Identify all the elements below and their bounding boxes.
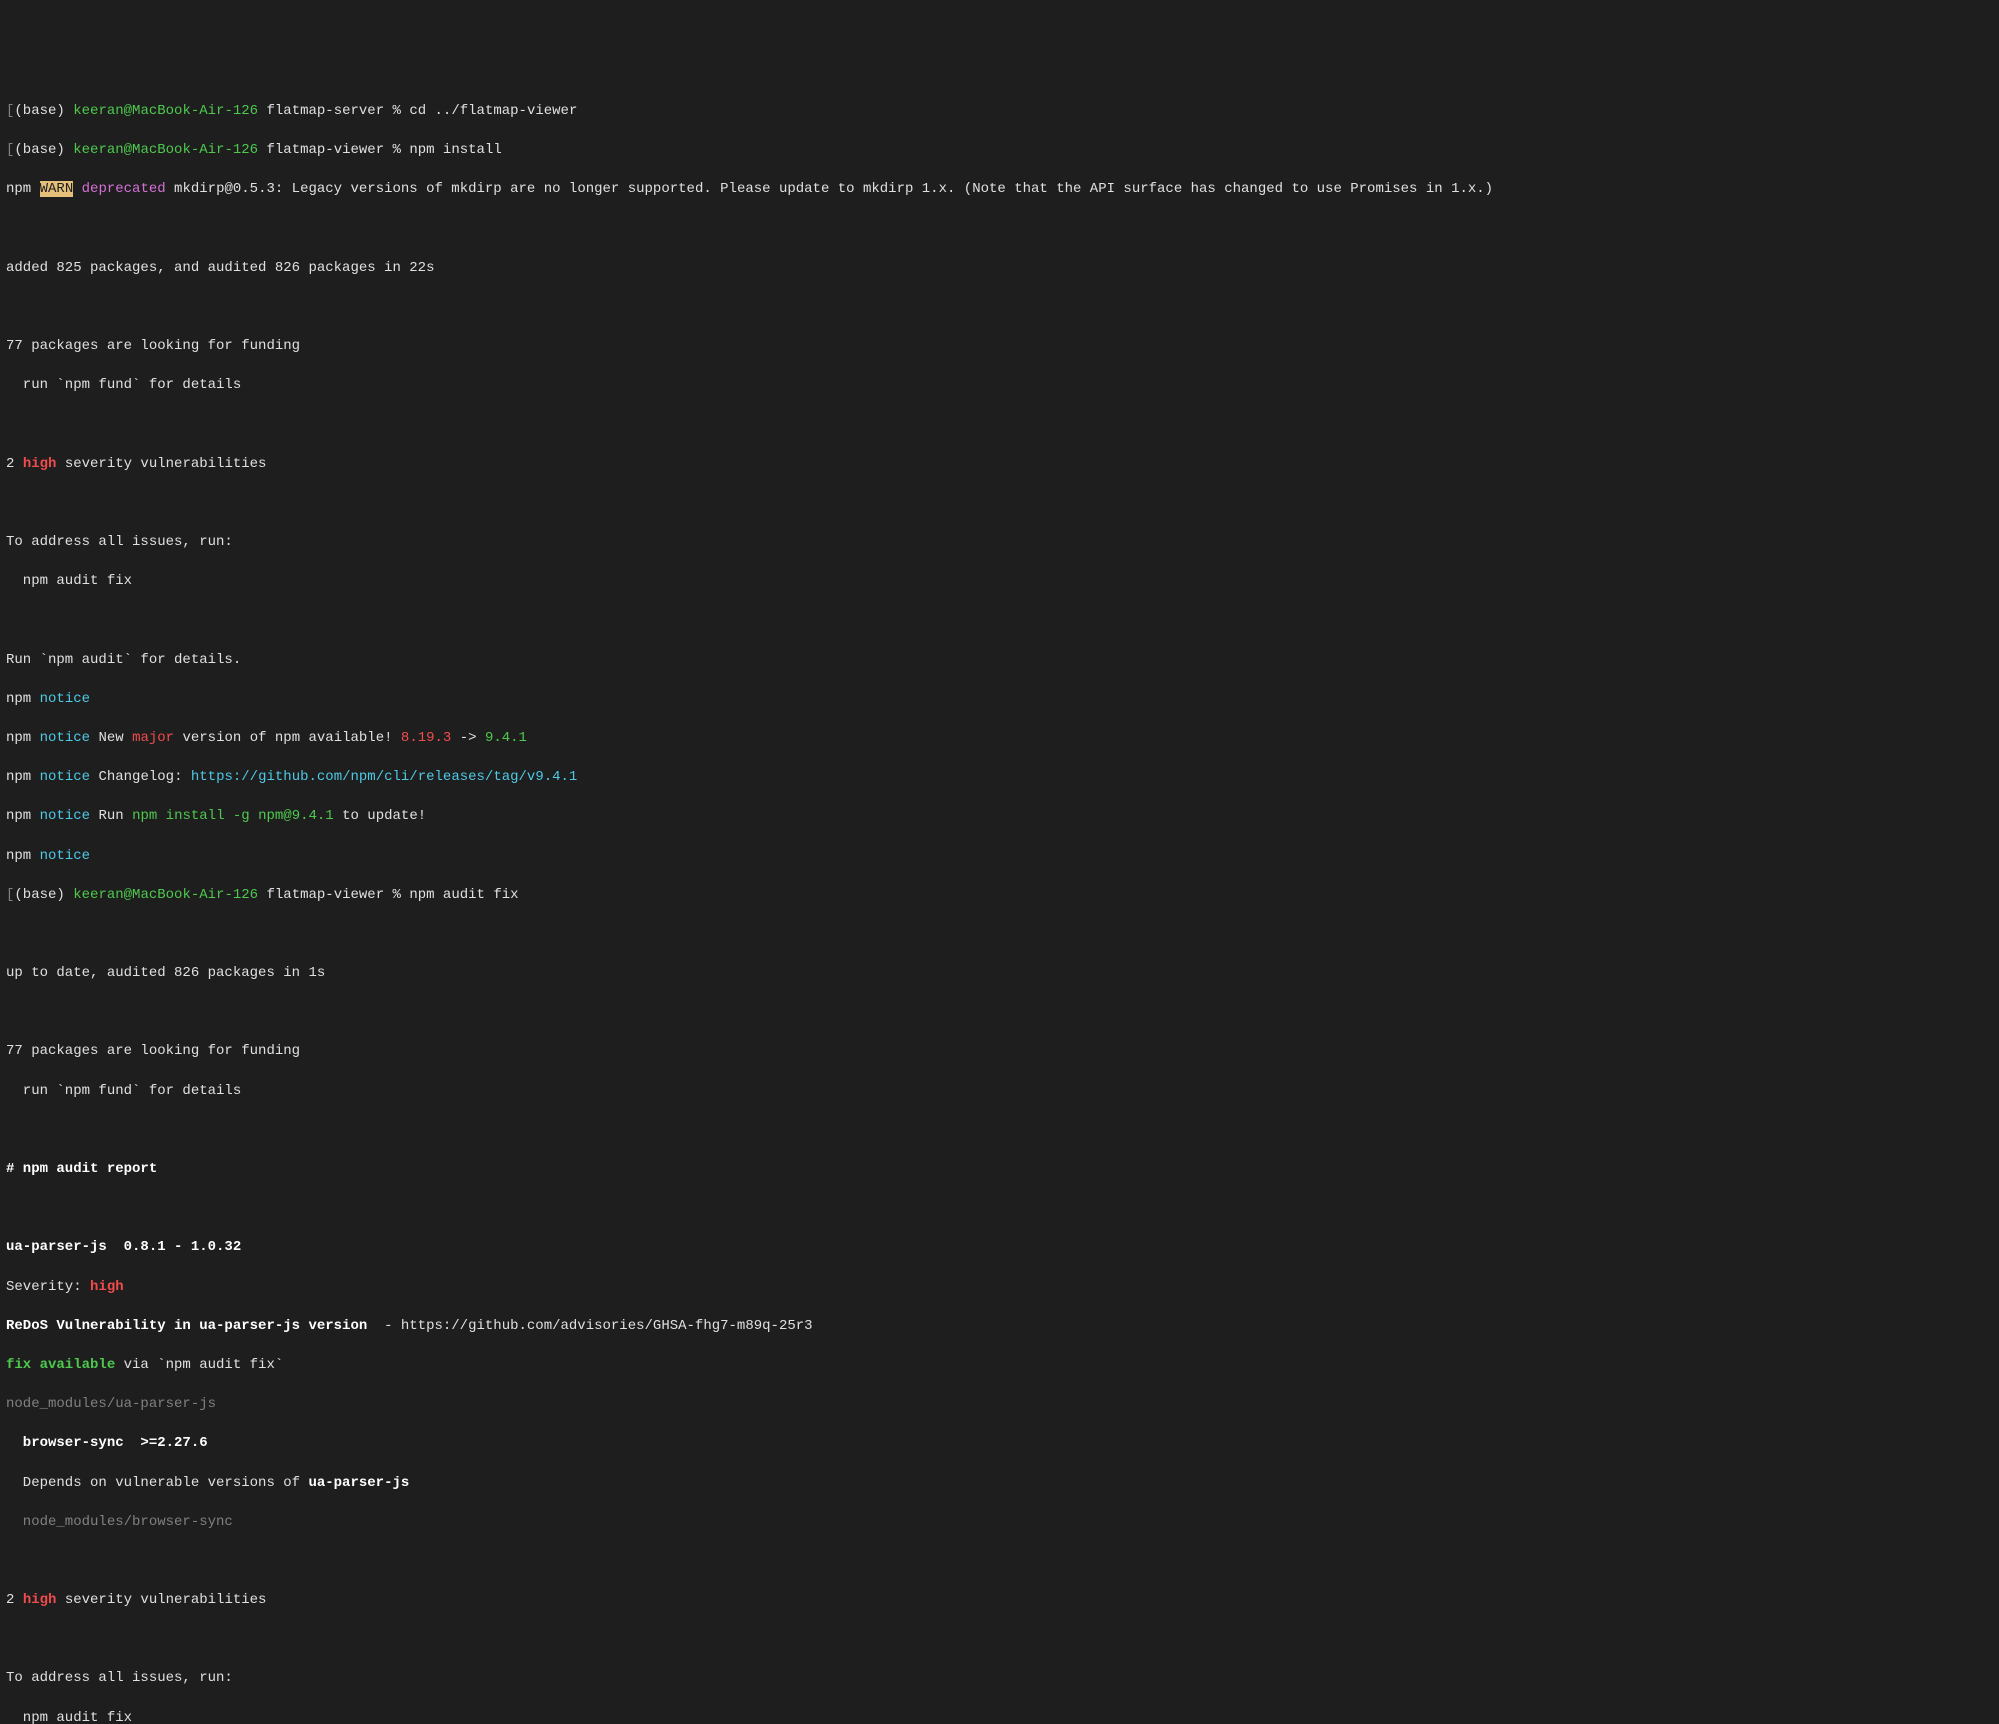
prompt-line-1: [(base) keeran@MacBook-Air-126 flatmap-s… bbox=[6, 102, 1993, 122]
terminal-output[interactable]: [(base) keeran@MacBook-Air-126 flatmap-s… bbox=[6, 82, 1993, 1724]
vuln-summary: 2 high severity vulnerabilities bbox=[6, 455, 1993, 475]
blank bbox=[6, 1630, 1993, 1650]
audit-address-2: npm audit fix bbox=[6, 1709, 1993, 1724]
blank bbox=[6, 611, 1993, 631]
audit-redos: ReDoS Vulnerability in ua-parser-js vers… bbox=[6, 1317, 1993, 1337]
blank bbox=[6, 415, 1993, 435]
notice-install: npm notice Run npm install -g npm@9.4.1 … bbox=[6, 807, 1993, 827]
funding-1: 77 packages are looking for funding bbox=[6, 337, 1993, 357]
prompt-line-2: [(base) keeran@MacBook-Air-126 flatmap-v… bbox=[6, 141, 1993, 161]
blank bbox=[6, 925, 1993, 945]
audit-funding-2: run `npm fund` for details bbox=[6, 1082, 1993, 1102]
notice-new-version: npm notice New major version of npm avai… bbox=[6, 729, 1993, 749]
npm-warn-line: npm WARN deprecated mkdirp@0.5.3: Legacy… bbox=[6, 180, 1993, 200]
audit-severity: Severity: high bbox=[6, 1278, 1993, 1298]
audit-browsersync-2: Depends on vulnerable versions of ua-par… bbox=[6, 1474, 1993, 1494]
blank bbox=[6, 1199, 1993, 1219]
blank bbox=[6, 1121, 1993, 1141]
blank bbox=[6, 220, 1993, 240]
audit-fix-available: fix available via `npm audit fix` bbox=[6, 1356, 1993, 1376]
funding-2: run `npm fund` for details bbox=[6, 376, 1993, 396]
notice-changelog: npm notice Changelog: https://github.com… bbox=[6, 768, 1993, 788]
prompt-line-3: [(base) keeran@MacBook-Air-126 flatmap-v… bbox=[6, 886, 1993, 906]
audit-uptodate: up to date, audited 826 packages in 1s bbox=[6, 964, 1993, 984]
audit-funding-1: 77 packages are looking for funding bbox=[6, 1042, 1993, 1062]
blank bbox=[6, 494, 1993, 514]
audit-address-1: To address all issues, run: bbox=[6, 1669, 1993, 1689]
notice-empty-1: npm notice bbox=[6, 690, 1993, 710]
audit-vuln-summary: 2 high severity vulnerabilities bbox=[6, 1591, 1993, 1611]
blank bbox=[6, 1003, 1993, 1023]
audit-pkg: ua-parser-js 0.8.1 - 1.0.32 bbox=[6, 1238, 1993, 1258]
address-2: npm audit fix bbox=[6, 572, 1993, 592]
added-packages: added 825 packages, and audited 826 pack… bbox=[6, 259, 1993, 279]
blank bbox=[6, 1552, 1993, 1572]
address-1: To address all issues, run: bbox=[6, 533, 1993, 553]
notice-empty-2: npm notice bbox=[6, 847, 1993, 867]
audit-nodemod-2: node_modules/browser-sync bbox=[6, 1513, 1993, 1533]
audit-report-header: # npm audit report bbox=[6, 1160, 1993, 1180]
audit-nodemod-1: node_modules/ua-parser-js bbox=[6, 1395, 1993, 1415]
run-audit: Run `npm audit` for details. bbox=[6, 651, 1993, 671]
audit-browsersync-1: browser-sync >=2.27.6 bbox=[6, 1434, 1993, 1454]
blank bbox=[6, 298, 1993, 318]
